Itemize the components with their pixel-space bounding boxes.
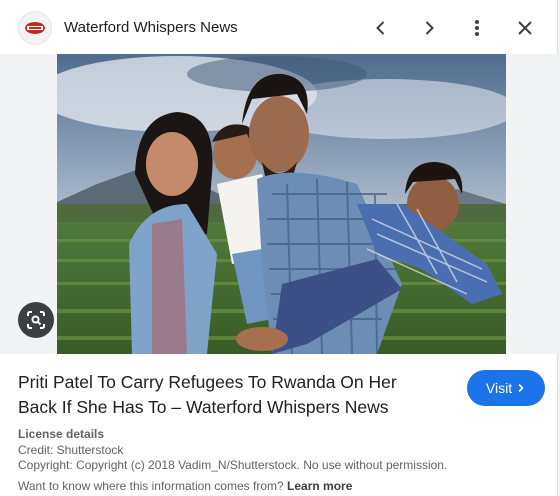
learn-more-link[interactable]: Learn more bbox=[287, 479, 352, 493]
previous-button[interactable] bbox=[367, 14, 395, 42]
visit-button[interactable]: Visit bbox=[467, 370, 545, 406]
viewer-header: Waterford Whispers News bbox=[0, 0, 558, 54]
close-icon bbox=[518, 21, 532, 35]
close-button[interactable] bbox=[511, 14, 539, 42]
more-options-button[interactable] bbox=[463, 14, 491, 42]
image-viewer-panel: Waterford Whispers News Priti Patel To C… bbox=[0, 0, 558, 496]
chevron-right-icon bbox=[518, 383, 524, 393]
license-credit: Credit: Shutterstock bbox=[18, 442, 124, 457]
site-name[interactable]: Waterford Whispers News bbox=[64, 19, 238, 36]
visit-button-label: Visit bbox=[485, 380, 513, 396]
waterford-whispers-logo-icon bbox=[25, 22, 45, 34]
license-heading: License details bbox=[18, 427, 105, 441]
info-question: Want to know where this information come… bbox=[18, 479, 284, 493]
result-title[interactable]: Priti Patel To Carry Refugees To Rwanda … bbox=[18, 370, 438, 420]
lens-search-icon bbox=[27, 311, 45, 329]
family-photo bbox=[57, 54, 506, 354]
site-favicon[interactable] bbox=[18, 11, 52, 45]
info-footer: Want to know where this information come… bbox=[18, 479, 352, 493]
license-details: License details Credit: Shutterstock Cop… bbox=[18, 427, 447, 474]
more-vert-icon bbox=[475, 20, 479, 36]
chevron-right-icon bbox=[425, 21, 434, 35]
lens-search-button[interactable] bbox=[18, 302, 54, 338]
chevron-left-icon bbox=[376, 21, 385, 35]
next-button[interactable] bbox=[415, 14, 443, 42]
preview-image[interactable] bbox=[57, 54, 506, 354]
license-copyright: Copyright: Copyright (c) 2018 Vadim_N/Sh… bbox=[18, 458, 448, 472]
image-preview-area bbox=[0, 54, 558, 354]
